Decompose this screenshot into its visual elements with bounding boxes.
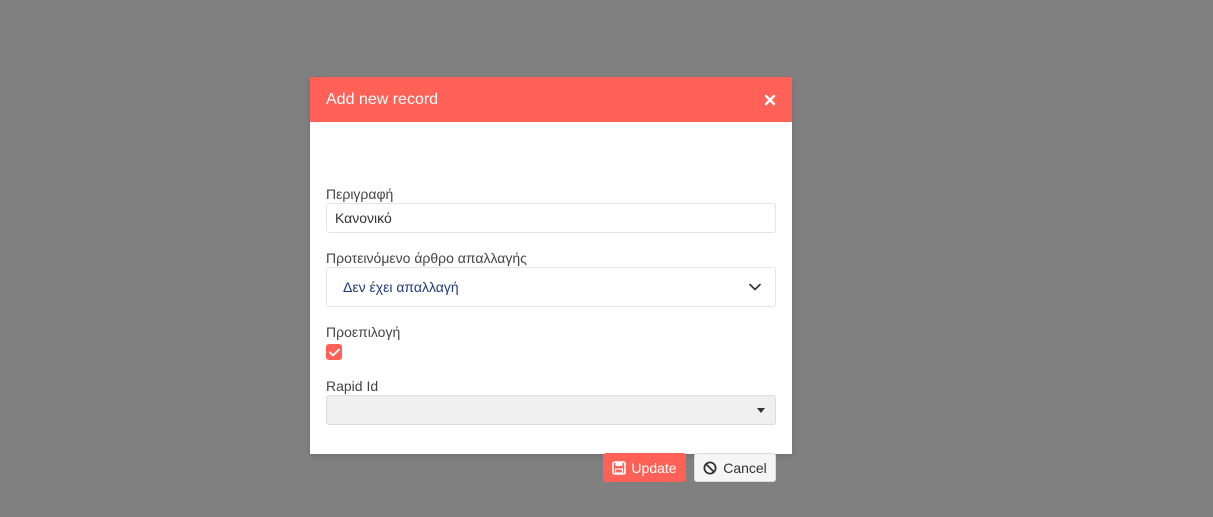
- exemption-article-dropdown[interactable]: Δεν έχει απαλλαγή: [326, 267, 776, 307]
- update-button-label: Update: [631, 459, 677, 476]
- save-icon: [612, 460, 627, 475]
- update-button[interactable]: Update: [603, 453, 686, 482]
- add-record-dialog: Add new record Περιγραφή Προτεινόμενο άρ…: [310, 77, 792, 482]
- default-label: Προεπιλογή: [326, 324, 401, 340]
- rapid-id-label: Rapid Id: [326, 378, 379, 394]
- cancel-icon: [703, 461, 717, 474]
- description-input[interactable]: [326, 203, 776, 233]
- check-icon: [328, 348, 340, 356]
- close-icon: [764, 94, 776, 105]
- dialog-title: Add new record: [326, 90, 439, 108]
- exemption-article-label: Προτεινόμενο άρθρο απαλλαγής: [326, 250, 527, 266]
- cancel-button-label: Cancel: [723, 459, 767, 476]
- exemption-article-value: Δεν έχει απαλλαγή: [343, 279, 459, 295]
- rapid-id-select[interactable]: [326, 395, 776, 425]
- caret-down-icon: [757, 407, 765, 413]
- chevron-down-icon: [749, 283, 761, 291]
- dialog-header: Add new record: [310, 77, 792, 122]
- default-checkbox[interactable]: [326, 344, 342, 360]
- cancel-button[interactable]: Cancel: [694, 453, 776, 482]
- close-button[interactable]: [760, 90, 780, 110]
- description-label: Περιγραφή: [326, 186, 394, 202]
